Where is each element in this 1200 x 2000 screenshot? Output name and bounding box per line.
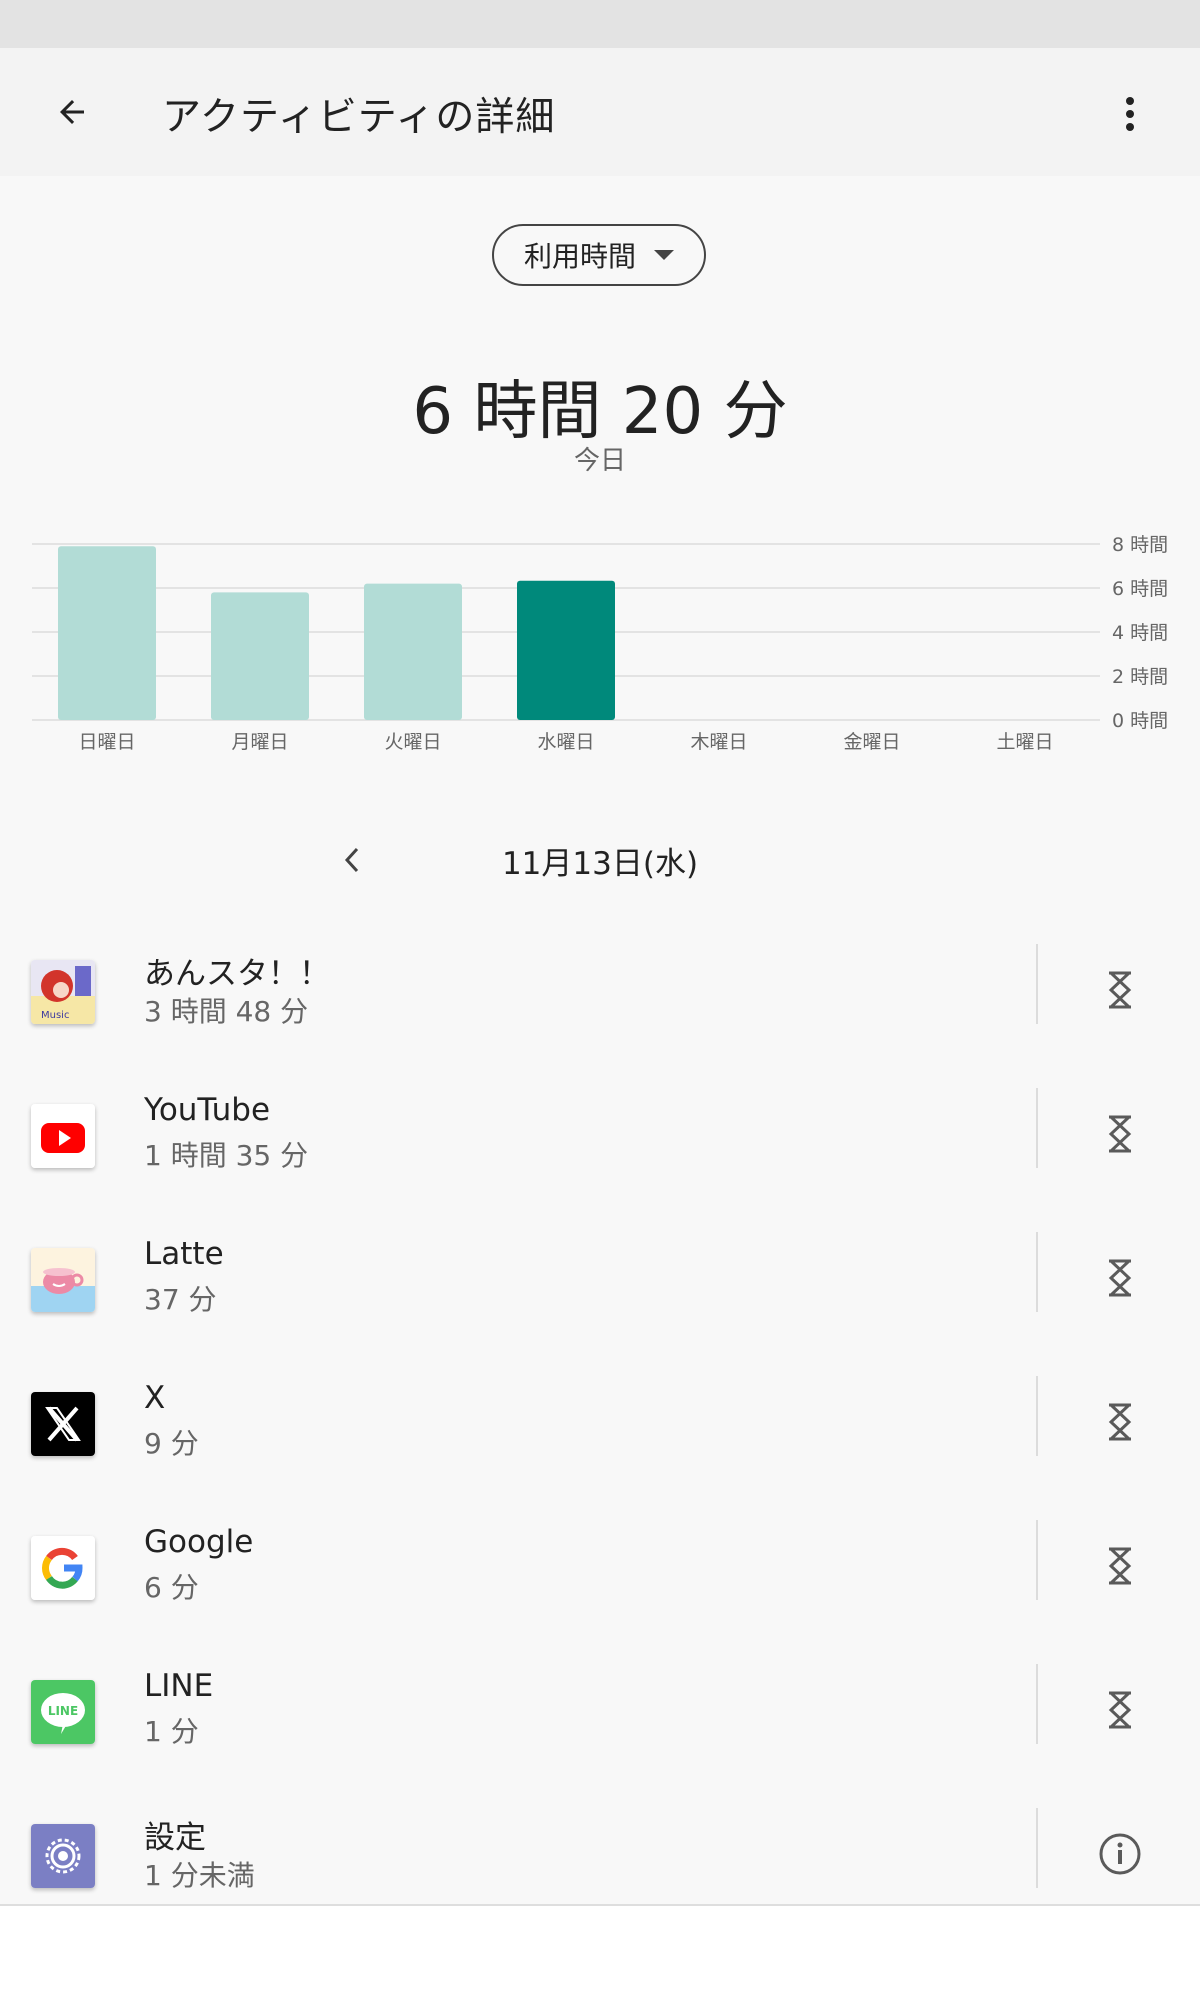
weekly-usage-chart: 8 時間 6 時間 4 時間 2 時間 0 時間日曜日 月曜日 火曜日 水曜日 木曜日 金曜日 土曜… bbox=[32, 534, 1168, 753]
more-vert-icon[interactable] bbox=[1100, 84, 1160, 144]
line-app-icon: LINE bbox=[31, 1680, 95, 1744]
total-period: 今日 bbox=[573, 446, 626, 476]
app-name: Google bbox=[144, 1524, 254, 1560]
metric-dropdown[interactable]: 利用時間 bbox=[492, 224, 706, 286]
chart-x-tick-label: 日曜日 bbox=[78, 731, 135, 753]
arrow-back-icon[interactable] bbox=[40, 88, 104, 136]
x-app-icon bbox=[31, 1392, 95, 1456]
hourglass-icon[interactable] bbox=[1090, 1392, 1150, 1452]
app-usage-time: 1 分 bbox=[144, 1715, 199, 1748]
app-name: X bbox=[144, 1380, 166, 1416]
chart-x-tick-label: 木曜日 bbox=[690, 731, 747, 753]
ensemble-stars-app-icon: Music bbox=[31, 960, 95, 1024]
dropdown-caret-icon bbox=[654, 250, 674, 260]
hourglass-icon[interactable] bbox=[1090, 960, 1150, 1020]
page-title: アクティビティの詳細 bbox=[162, 95, 556, 140]
app-usage-time: 3 時間 48 分 bbox=[144, 995, 309, 1028]
settings-app-icon bbox=[31, 1824, 95, 1888]
selected-date: 11月13日(水) bbox=[501, 846, 699, 882]
dropdown-selected-label: 利用時間 bbox=[523, 240, 636, 273]
app-usage-time: 6 分 bbox=[144, 1571, 199, 1604]
divider bbox=[1036, 1520, 1038, 1600]
chart-x-tick-label: 火曜日 bbox=[384, 731, 441, 753]
divider bbox=[1036, 1664, 1038, 1744]
chart-x-tick-label: 土曜日 bbox=[996, 731, 1053, 753]
app-name: YouTube bbox=[144, 1092, 271, 1128]
app-bar: アクティビティの詳細 bbox=[0, 48, 1200, 176]
google-app-icon bbox=[31, 1536, 95, 1600]
date-navigation: 11月13日(水) bbox=[0, 820, 1200, 900]
hourglass-icon[interactable] bbox=[1090, 1248, 1150, 1308]
chart-y-tick-label: 4 時間 bbox=[1112, 622, 1168, 644]
chart-x-tick-label: 水曜日 bbox=[537, 731, 594, 753]
chart-bar[interactable] bbox=[517, 580, 615, 720]
chart-y-tick-label: 6 時間 bbox=[1112, 578, 1168, 600]
app-row-google[interactable]: Google 6 分 bbox=[0, 1496, 1200, 1640]
app-name: LINE bbox=[144, 1668, 214, 1704]
info-icon[interactable] bbox=[1090, 1824, 1150, 1884]
chart-x-tick-label: 月曜日 bbox=[231, 731, 288, 753]
hourglass-icon[interactable] bbox=[1090, 1536, 1150, 1596]
latte-app-icon bbox=[31, 1248, 95, 1312]
chart-bar[interactable] bbox=[211, 592, 309, 720]
app-name: 設定 bbox=[144, 1820, 206, 1856]
app-row-latte[interactable]: Latte 37 分 bbox=[0, 1208, 1200, 1352]
divider bbox=[1036, 944, 1038, 1024]
divider bbox=[1036, 1376, 1038, 1456]
svg-text:LINE: LINE bbox=[48, 1704, 78, 1718]
bottom-area bbox=[0, 1906, 1200, 2000]
app-usage-time: 1 時間 35 分 bbox=[144, 1139, 309, 1172]
chart-bar[interactable] bbox=[364, 583, 462, 720]
total-usage: 6 時間 20 分 bbox=[412, 375, 788, 449]
app-usage-time: 1 分未満 bbox=[144, 1859, 255, 1892]
divider bbox=[1036, 1232, 1038, 1312]
chart-y-tick-label: 2 時間 bbox=[1112, 666, 1168, 688]
chart-bar[interactable] bbox=[58, 546, 156, 720]
app-usage-list: Music あんスタ！！ 3 時間 48 分 YouTube 1 時間 35 分 bbox=[0, 920, 1200, 1928]
hourglass-icon[interactable] bbox=[1090, 1104, 1150, 1164]
chart-y-tick-label: 8 時間 bbox=[1112, 534, 1168, 556]
app-row-line[interactable]: LINE LINE 1 分 bbox=[0, 1640, 1200, 1784]
hourglass-icon[interactable] bbox=[1090, 1680, 1150, 1740]
status-bar bbox=[0, 0, 1200, 48]
app-usage-time: 37 分 bbox=[144, 1283, 217, 1316]
app-name: Latte bbox=[144, 1236, 224, 1272]
app-usage-time: 9 分 bbox=[144, 1427, 199, 1460]
chart-y-tick-label: 0 時間 bbox=[1112, 710, 1168, 732]
chart-x-tick-label: 金曜日 bbox=[843, 731, 900, 753]
app-row-ensemble-stars[interactable]: Music あんスタ！！ 3 時間 48 分 bbox=[0, 920, 1200, 1064]
divider bbox=[1036, 1088, 1038, 1168]
app-name: あんスタ！！ bbox=[144, 956, 330, 992]
app-row-youtube[interactable]: YouTube 1 時間 35 分 bbox=[0, 1064, 1200, 1208]
divider bbox=[1036, 1808, 1038, 1888]
app-row-x[interactable]: X 9 分 bbox=[0, 1352, 1200, 1496]
svg-text:Music: Music bbox=[41, 1010, 69, 1021]
youtube-app-icon bbox=[31, 1104, 95, 1168]
